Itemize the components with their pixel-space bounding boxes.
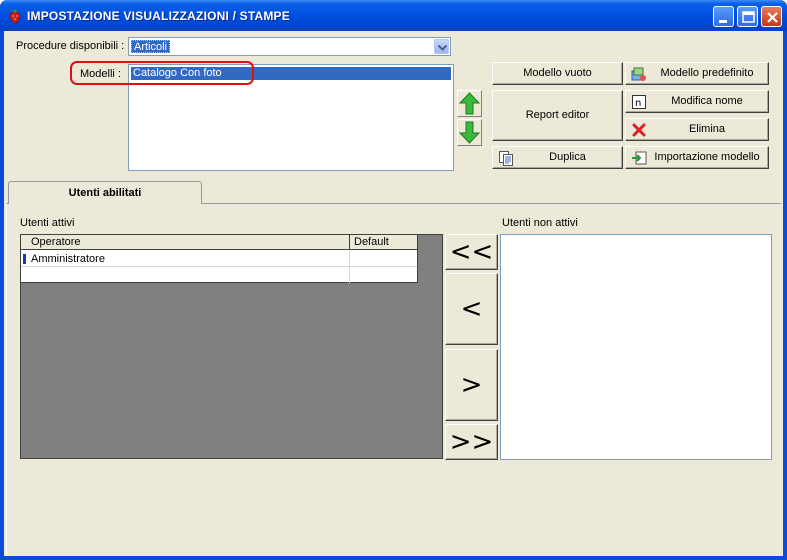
tab-utenti-abilitati[interactable]: Utenti abilitati — [8, 181, 202, 204]
dialog-client-area: Procedure disponibili : Articoli Modelli… — [4, 31, 783, 556]
modello-vuoto-button[interactable]: Modello vuoto — [492, 62, 623, 85]
move-all-left-button[interactable]: << — [445, 234, 498, 270]
column-header-operatore[interactable]: Operatore — [21, 235, 350, 250]
procedure-dropdown[interactable]: Articoli — [128, 37, 451, 56]
close-icon — [767, 12, 778, 23]
operator-table: Operatore Default Amministratore — [21, 235, 418, 283]
procedure-selected-value: Articoli — [131, 40, 171, 53]
elimina-label: Elimina — [688, 123, 726, 135]
arrow-up-icon — [458, 92, 481, 115]
modello-predefinito-button[interactable]: Modello predefinito — [625, 62, 769, 85]
window-title: IMPOSTAZIONE VISUALIZZAZIONI / STAMPE — [27, 9, 290, 23]
elimina-button[interactable]: Elimina — [625, 118, 769, 141]
strawberry-icon — [9, 9, 21, 24]
move-left-button[interactable]: < — [445, 273, 498, 345]
svg-text:n: n — [635, 98, 641, 109]
minimize-icon — [719, 20, 727, 23]
procedure-label: Procedure disponibili : — [16, 40, 125, 52]
close-button[interactable] — [761, 6, 782, 27]
modifica-nome-button[interactable]: n Modifica nome — [625, 90, 769, 113]
model-template-icon — [631, 67, 646, 81]
chevron-down-icon — [437, 44, 448, 51]
app-window: IMPOSTAZIONE VISUALIZZAZIONI / STAMPE Pr… — [0, 0, 787, 560]
maximize-icon — [742, 11, 755, 23]
move-all-right-button[interactable]: >> — [445, 424, 498, 460]
title-bar[interactable]: IMPOSTAZIONE VISUALIZZAZIONI / STAMPE — [0, 0, 787, 31]
utenti-non-attivi-list[interactable] — [500, 234, 772, 460]
table-header: Operatore Default — [21, 235, 417, 250]
cell-default[interactable] — [350, 251, 417, 267]
dropdown-button[interactable] — [434, 39, 449, 54]
column-header-default[interactable]: Default — [350, 235, 417, 250]
move-up-button[interactable] — [457, 90, 482, 117]
importazione-modello-label: Importazione modello — [654, 151, 760, 163]
move-right-button[interactable]: > — [445, 349, 498, 421]
utenti-attivi-grid[interactable]: Operatore Default Amministratore — [20, 234, 443, 459]
modello-vuoto-label: Modello vuoto — [523, 67, 592, 79]
table-row-empty[interactable] — [21, 267, 417, 283]
utenti-attivi-label: Utenti attivi — [20, 217, 75, 229]
duplica-button[interactable]: Duplica — [492, 146, 623, 169]
maximize-button[interactable] — [737, 6, 758, 27]
minimize-button[interactable] — [713, 6, 734, 27]
report-editor-button[interactable]: Report editor — [492, 90, 623, 141]
delete-x-icon — [632, 123, 646, 137]
cell-empty — [21, 267, 350, 283]
annotation-highlight — [70, 61, 254, 85]
move-down-button[interactable] — [457, 119, 482, 146]
utenti-non-attivi-label: Utenti non attivi — [502, 217, 578, 229]
duplica-label: Duplica — [549, 151, 586, 163]
cell-operatore[interactable]: Amministratore — [21, 251, 350, 267]
modello-predefinito-label: Modello predefinito — [660, 67, 754, 79]
importazione-modello-button[interactable]: Importazione modello — [625, 146, 769, 169]
modifica-nome-label: Modifica nome — [671, 95, 743, 107]
import-icon — [632, 151, 647, 165]
table-row[interactable]: Amministratore — [21, 251, 417, 267]
rename-icon: n — [632, 95, 646, 109]
arrow-down-icon — [458, 121, 481, 144]
report-editor-label: Report editor — [525, 109, 590, 121]
duplicate-icon — [499, 151, 513, 166]
